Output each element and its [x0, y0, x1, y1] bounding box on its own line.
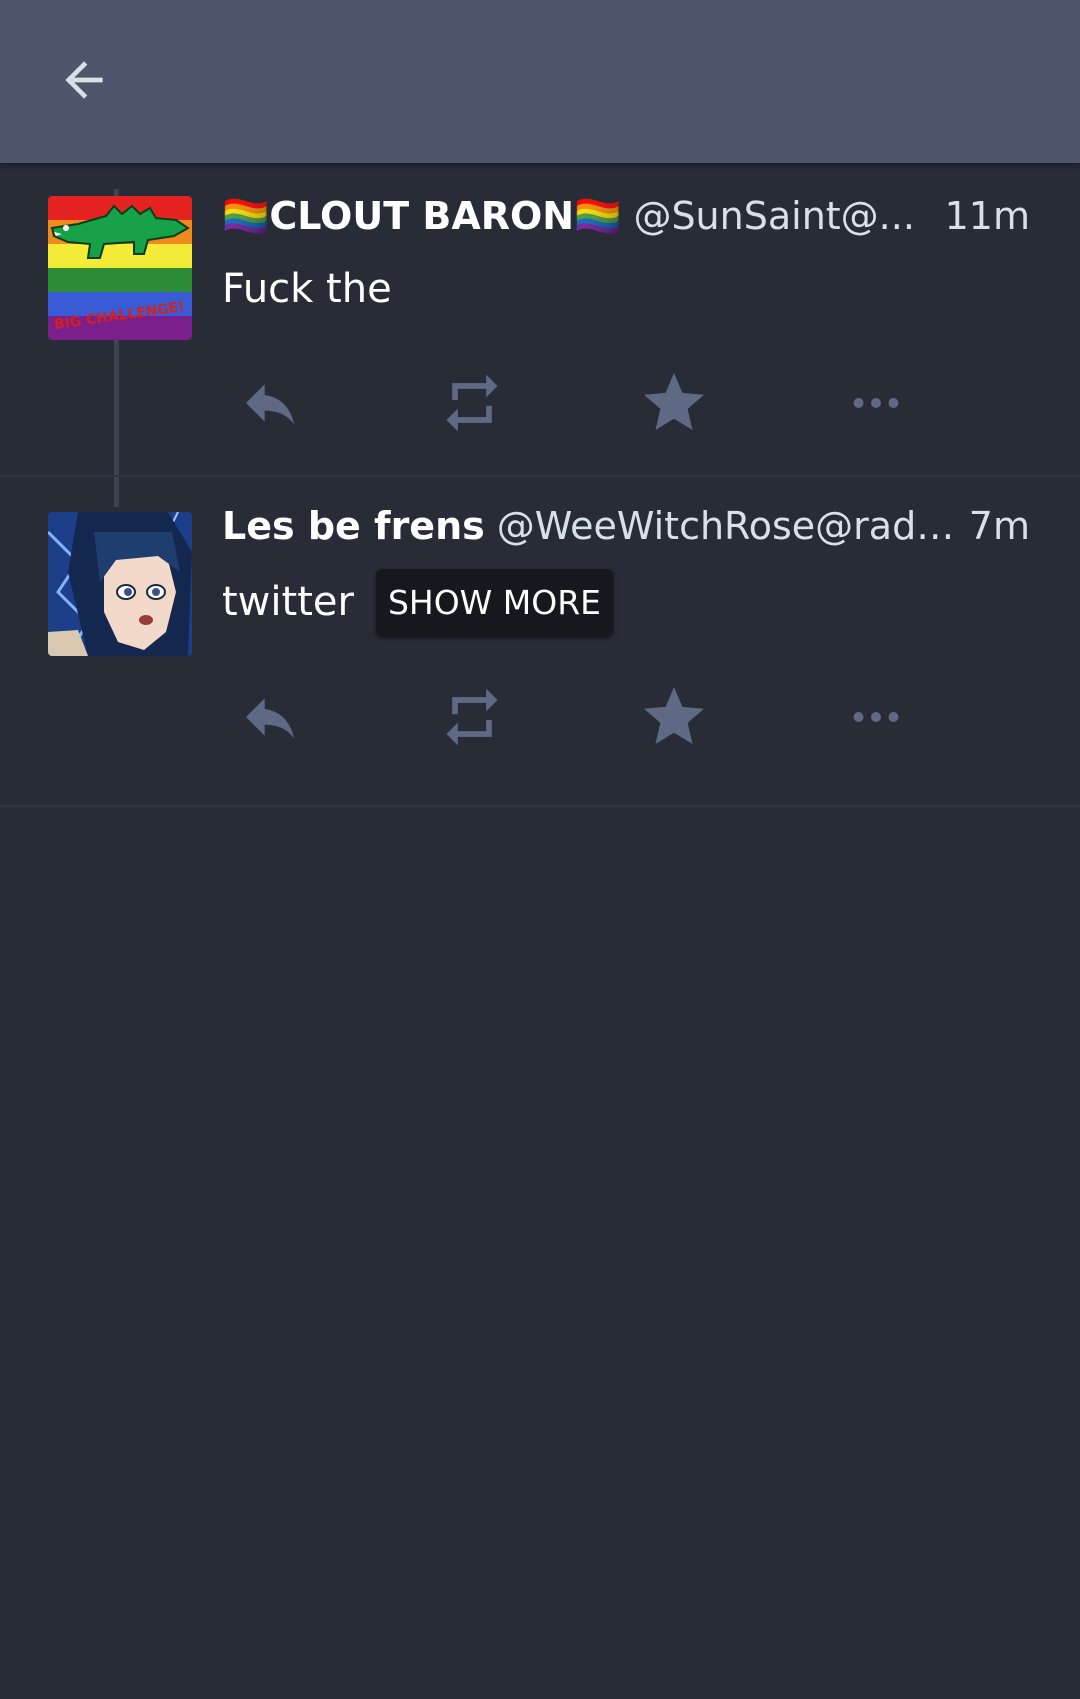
status-actions — [222, 677, 942, 757]
status-text: Fuck the — [222, 266, 392, 312]
reply-button[interactable] — [230, 677, 310, 757]
back-button[interactable] — [48, 44, 120, 116]
reply-icon — [246, 698, 294, 739]
content-warning-text: twitter — [222, 579, 354, 625]
favourite-button[interactable] — [634, 677, 714, 757]
status-content: Fuck the — [222, 259, 392, 319]
status-header: 🏳️‍🌈CLOUT BARON🏳️‍🌈 @SunSaint@... 11m — [222, 189, 1030, 243]
boost-button[interactable] — [432, 363, 512, 443]
status-item[interactable]: BIG CHALLENGE! 🏳️‍🌈CLOUT BARON🏳️‍🌈 @SunS… — [0, 163, 1080, 477]
display-name[interactable]: 🏳️‍🌈CLOUT BARON🏳️‍🌈 — [222, 194, 621, 239]
boost-icon — [446, 688, 498, 746]
status-content: twitter SHOW MORE — [222, 567, 614, 637]
more-options-button[interactable] — [836, 363, 916, 443]
favourite-icon — [644, 373, 704, 430]
reply-icon — [246, 384, 294, 425]
thread-timeline: BIG CHALLENGE! 🏳️‍🌈CLOUT BARON🏳️‍🌈 @SunS… — [0, 163, 1080, 807]
display-name[interactable]: Les be frens — [222, 504, 485, 548]
arrow-left-icon — [65, 61, 103, 99]
favourite-button[interactable] — [634, 363, 714, 443]
boost-icon — [446, 374, 498, 432]
more-icon — [853, 712, 899, 722]
top-bar — [0, 0, 1080, 163]
more-options-button[interactable] — [836, 677, 916, 757]
account-handle[interactable]: @WeeWitchRose@radica... — [497, 504, 955, 548]
reply-button[interactable] — [230, 363, 310, 443]
show-more-button[interactable]: SHOW MORE — [375, 568, 614, 636]
avatar[interactable] — [48, 512, 192, 656]
status-header: Les be frens @WeeWitchRose@radica... 7m — [222, 499, 1030, 553]
avatar[interactable]: BIG CHALLENGE! — [48, 196, 192, 340]
relative-time[interactable]: 11m — [945, 194, 1030, 238]
favourite-icon — [644, 687, 704, 744]
status-actions — [222, 363, 942, 443]
relative-time[interactable]: 7m — [969, 504, 1030, 548]
status-item[interactable]: Les be frens @WeeWitchRose@radica... 7m … — [0, 477, 1080, 807]
account-handle[interactable]: @SunSaint@... — [633, 194, 930, 238]
boost-button[interactable] — [432, 677, 512, 757]
more-icon — [853, 398, 899, 408]
